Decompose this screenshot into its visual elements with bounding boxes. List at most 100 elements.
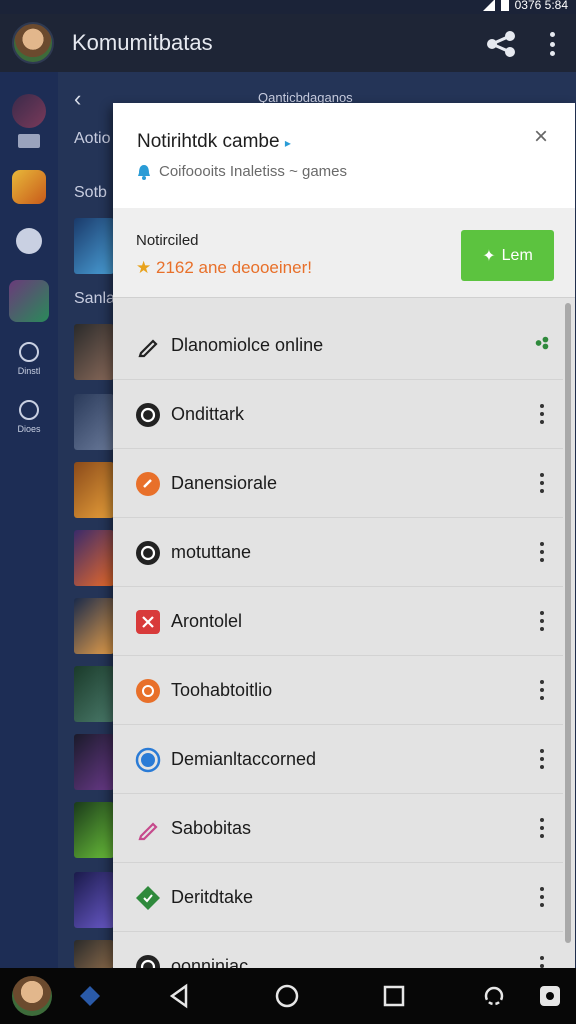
heart-icon	[135, 678, 161, 704]
more-options-icon[interactable]	[539, 749, 545, 769]
home-nav-icon[interactable]	[273, 982, 301, 1010]
more-options-icon[interactable]	[548, 32, 556, 56]
more-options-icon[interactable]	[539, 404, 545, 424]
close-button[interactable]: ×	[529, 125, 553, 149]
clock-icon	[19, 342, 39, 362]
back-icon[interactable]: ‹	[74, 86, 81, 112]
game-thumbnail[interactable]	[74, 324, 114, 380]
check-circle-icon	[16, 228, 42, 254]
refresh-icon	[135, 402, 161, 428]
list-item-label: Deritdtake	[171, 887, 254, 907]
list-item-label: Toohabtoitlio	[171, 680, 273, 700]
circle-icon	[135, 747, 161, 773]
list-item-label: oonniniac	[171, 956, 249, 968]
rail-item-arrow[interactable]	[0, 130, 58, 148]
pencil-icon	[135, 816, 161, 842]
notification-panel: Notirihtdk cambe ▸ × Coifoooits Inaletis…	[113, 103, 575, 968]
more-options-icon[interactable]	[539, 680, 545, 700]
status-bar: 0376 5:84	[0, 0, 576, 14]
app-title: Komumitbatas	[72, 30, 213, 55]
link-icon	[135, 471, 161, 497]
side-rail: Dinstl Dioes	[0, 72, 58, 968]
rail-item-character[interactable]	[0, 280, 58, 322]
refresh-icon	[135, 954, 161, 968]
rail-item-treasure[interactable]	[0, 170, 58, 204]
recents-nav-icon[interactable]	[380, 982, 408, 1010]
hero-icon	[12, 94, 46, 128]
panel-header: Notirihtdk cambe ▸ × Coifoooits Inaletis…	[113, 103, 575, 208]
list-item-label: Sabobitas	[171, 818, 252, 838]
more-options-icon[interactable]	[539, 611, 545, 631]
list-item-label: Danensiorale	[171, 473, 278, 493]
tag-icon	[135, 609, 161, 635]
game-thumbnail[interactable]	[74, 872, 114, 928]
panel-subtitle-text: Coifoooits Inaletiss ~ games	[159, 163, 348, 180]
search-icon	[19, 400, 39, 420]
more-options-icon[interactable]	[539, 473, 545, 493]
game-thumbnail[interactable]	[74, 218, 114, 274]
game-thumbnail[interactable]	[74, 666, 114, 722]
list-item[interactable]: Ondittark	[113, 380, 563, 449]
share-icon[interactable]	[484, 30, 518, 58]
back-nav-icon[interactable]	[166, 982, 194, 1010]
star-icon: ★	[136, 258, 152, 277]
bell-icon	[138, 164, 150, 180]
game-thumbnail[interactable]	[74, 734, 114, 790]
battery-icon	[500, 0, 509, 11]
treasure-icon	[12, 170, 46, 204]
status-dots-icon	[535, 335, 549, 355]
notification-message: 2162 ane deooeiner!	[155, 258, 312, 277]
game-thumbnail[interactable]	[74, 530, 114, 586]
background-label: Aotio	[74, 130, 111, 147]
notification-label: Notirciled	[136, 232, 199, 249]
game-thumbnail[interactable]	[74, 940, 114, 968]
list-item[interactable]: Deritdtake	[113, 863, 563, 932]
rotate-icon[interactable]	[480, 982, 508, 1010]
list-item[interactable]: Arontolel	[113, 587, 563, 656]
list-item-label: Ondittark	[171, 404, 245, 424]
more-options-icon[interactable]	[539, 887, 545, 907]
list-item[interactable]: Dlanomiolce online	[113, 311, 563, 380]
status-icons: 0376 5:84	[482, 0, 568, 12]
leaf-icon: ✦	[482, 247, 496, 265]
rail-item-hero[interactable]	[0, 94, 58, 128]
list-item[interactable]: motuttane	[113, 518, 563, 587]
list-item[interactable]: Danensiorale	[113, 449, 563, 518]
rail-item-check[interactable]	[0, 228, 58, 254]
more-options-icon[interactable]	[539, 542, 545, 562]
more-options-icon[interactable]	[539, 956, 545, 968]
signal-icon	[482, 0, 495, 11]
avatar[interactable]	[12, 976, 52, 1016]
background-label: Sanla	[74, 290, 115, 307]
list-item-label: Arontolel	[171, 611, 243, 631]
list-item[interactable]: Demianltaccorned	[113, 725, 563, 794]
scrollbar[interactable]	[565, 303, 571, 943]
list-item[interactable]: Toohabtoitlio	[113, 656, 563, 725]
list-item-label: Demianltaccorned	[171, 749, 317, 769]
play-icon: ▸	[284, 136, 291, 150]
game-thumbnail[interactable]	[74, 394, 114, 450]
list-item[interactable]: oonniniac	[113, 932, 563, 968]
refresh-icon	[135, 540, 161, 566]
navigation-bar	[0, 968, 576, 1024]
background-label: Sotb	[74, 184, 107, 201]
list-item-label: Dlanomiolce online	[171, 335, 324, 355]
pencil-icon	[135, 333, 161, 359]
game-thumbnail[interactable]	[74, 598, 114, 654]
avatar[interactable]	[12, 22, 54, 64]
game-thumbnail[interactable]	[74, 462, 114, 518]
list-item-label: motuttane	[171, 542, 252, 562]
more-options-icon[interactable]	[539, 818, 545, 838]
rail-item-clock[interactable]: Dinstl	[0, 342, 58, 376]
status-text: 0376 5:84	[514, 0, 568, 12]
list-item[interactable]: Sabobitas	[113, 794, 563, 863]
rail-item-search[interactable]: Dioes	[0, 400, 58, 434]
rail-label-2: Dioes	[17, 424, 41, 434]
notification-action-button[interactable]: ✦ Lem	[461, 230, 554, 281]
game-thumbnail[interactable]	[74, 802, 114, 858]
app-icon[interactable]	[76, 982, 104, 1010]
keyboard-icon[interactable]	[536, 982, 564, 1010]
notification-text: ★ 2162 ane deooeiner!	[136, 258, 312, 278]
panel-subtitle: Coifoooits Inaletiss ~ games	[137, 163, 347, 180]
app-bar: Komumitbatas	[0, 14, 576, 72]
